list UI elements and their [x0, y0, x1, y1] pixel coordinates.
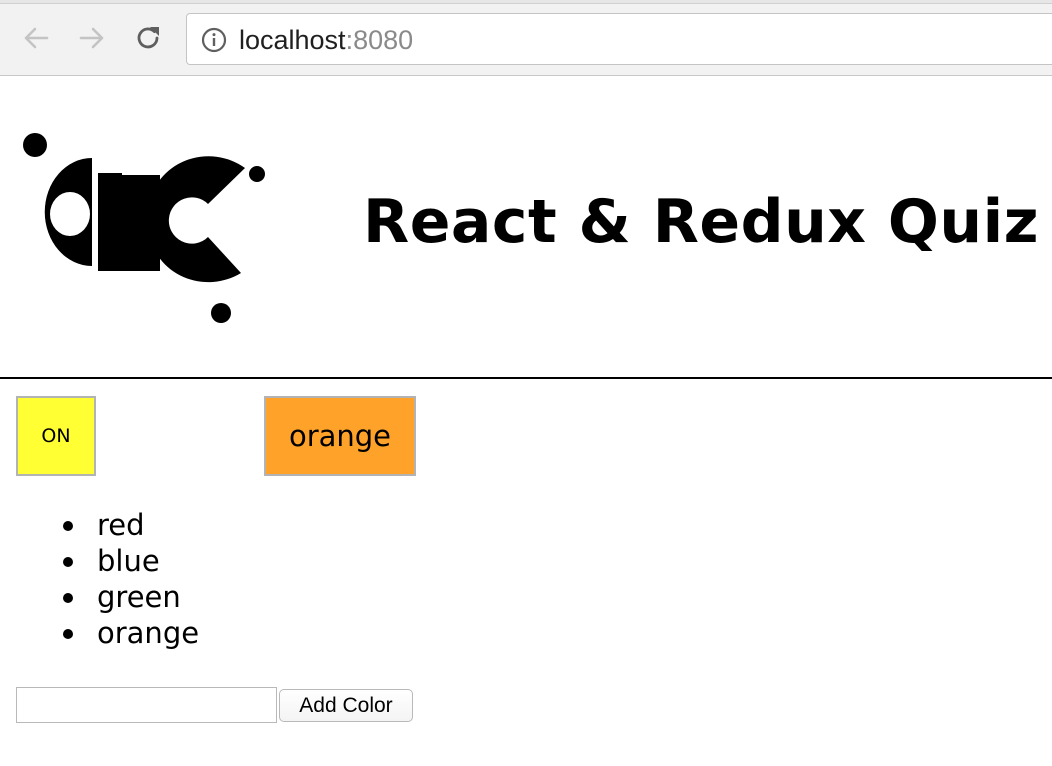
color-list-item: orange [56, 615, 199, 651]
tab-strip [0, 0, 1052, 4]
url-text: localhost:8080 [239, 25, 413, 55]
url-port: :8080 [345, 25, 414, 55]
color-list-item-label: blue [97, 544, 160, 578]
url-host: localhost [239, 25, 346, 55]
ac-logo [23, 133, 265, 323]
current-color-button[interactable]: orange [264, 396, 416, 476]
browser-toolbar: localhost:8080 [0, 0, 1052, 76]
add-color-button[interactable]: Add Color [279, 689, 413, 722]
page-title: React & Redux Quiz [363, 187, 1040, 257]
bullet [63, 629, 73, 639]
info-icon[interactable] [201, 27, 227, 53]
color-list-item-label: green [97, 580, 181, 614]
arrow-right-icon [79, 27, 104, 49]
color-list-item: red [56, 507, 199, 543]
color-list-item: blue [56, 543, 199, 579]
color-list: red blue green orange [56, 507, 199, 651]
address-bar[interactable]: localhost:8080 [186, 13, 1052, 65]
bullet [63, 593, 73, 603]
color-list-item: green [56, 579, 199, 615]
on-off-toggle-button[interactable]: ON [16, 396, 96, 476]
bullet [63, 521, 73, 531]
forward-button[interactable] [76, 22, 108, 54]
back-button[interactable] [20, 22, 52, 54]
reload-button[interactable] [132, 22, 164, 54]
header-divider [0, 377, 1052, 379]
color-list-item-label: orange [97, 616, 200, 650]
arrow-left-icon [24, 27, 49, 49]
color-list-item-label: red [97, 508, 145, 542]
new-color-input[interactable] [16, 687, 277, 723]
bullet [63, 557, 73, 567]
reload-icon [137, 27, 159, 49]
